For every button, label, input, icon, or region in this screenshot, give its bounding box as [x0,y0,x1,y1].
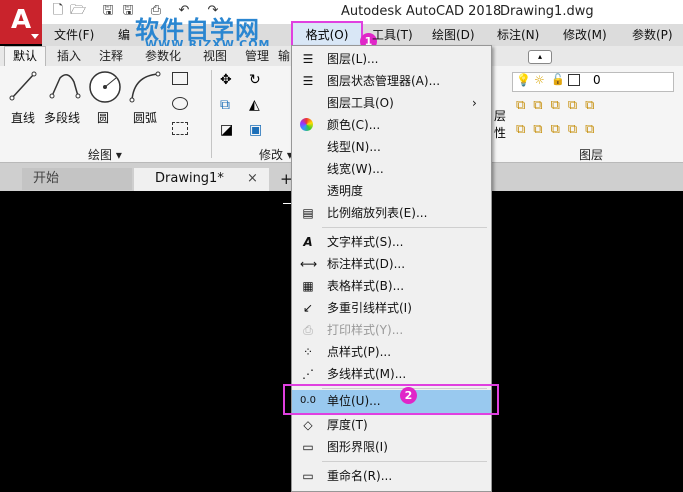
new-icon[interactable]: 🗋 [50,3,66,19]
circle-tool-icon[interactable] [88,70,122,104]
menu-item-scale-list[interactable]: ▤ 比例缩放列表(E)... [292,202,491,224]
open-icon[interactable]: 🗁 [70,3,86,19]
menu-item-text-style[interactable]: A 文字样式(S)... [292,231,491,253]
mirror-tool-icon[interactable]: ◭ [249,97,260,113]
menu-draw[interactable]: 绘图(D) [432,24,475,46]
polyline-tool-icon[interactable] [48,70,82,102]
mleader-style-icon: ↙ [302,301,314,315]
units-highlight-box [283,384,499,415]
stretch-tool-icon[interactable]: ◪ [220,122,233,138]
layer-properties-label[interactable]: 层性 [494,108,506,142]
point-style-icon: ⁘ [302,345,314,359]
layer-state-icon: ☰ [302,74,314,88]
menu-dimension[interactable]: 标注(N) [497,24,539,46]
modify-panel-title[interactable]: 修改 ▾ [259,146,293,163]
tab-manage[interactable]: 管理 [245,47,269,65]
tab-drawing1-label: Drawing1* [155,171,224,186]
line-tool-icon[interactable] [8,70,38,102]
tab-start-label: 开始 [33,171,60,186]
crosshair-fragment [283,203,291,204]
tab-annotate[interactable]: 注释 [99,47,123,65]
menu-parametric[interactable]: 参数(P) [632,24,673,46]
copy-tool-icon[interactable]: ⧉ [220,97,230,113]
sun-icon: ☼ [534,73,545,87]
color-wheel-icon [300,118,313,131]
app-title: Autodesk AutoCAD 2018 [341,4,502,19]
lightbulb-icon: 💡 [516,73,531,87]
mline-style-icon: ⋰ [302,367,314,381]
menu-tools[interactable]: 工具(T) [372,24,413,46]
scale-list-icon: ▤ [302,206,314,220]
chevron-down-icon [31,34,39,39]
tab-default[interactable]: 默认 [4,46,46,67]
dim-style-icon: ⟷ [300,257,318,271]
menu-item-rename[interactable]: ▭ 重命名(R)... [292,465,491,487]
tab-parametric[interactable]: 参数化 [145,47,181,65]
logo-letter: A [10,5,32,35]
menu-item-layer-tools[interactable]: 图层工具(O) › [292,92,491,114]
menu-item-dim-style[interactable]: ⟷ 标注样式(D)... [292,253,491,275]
menu-item-transparency[interactable]: 透明度 [292,180,491,202]
layer-color-swatch [568,74,580,86]
rotate-tool-icon[interactable]: ↻ [249,72,261,88]
menu-item-thickness[interactable]: ◇ 厚度(T) [292,414,491,436]
thickness-icon: ◇ [303,418,313,432]
layer-panel-title[interactable]: 图层 [579,146,603,163]
polyline-tool-label: 多段线 [44,111,81,125]
layer-tools-row2-icon[interactable]: ⧉⧉⧉⧉⧉ [516,122,602,137]
text-style-icon: A [303,235,313,249]
rectangle-tool-icon[interactable] [172,72,188,85]
menu-item-mline-style[interactable]: ⋰ 多线样式(M)... [292,363,491,385]
menu-separator [322,461,487,462]
layer-tools-row1-icon[interactable]: ⧉⧉⧉⧉⧉ [516,98,602,113]
menu-separator [322,227,487,228]
menu-item-lineweight[interactable]: 线宽(W)... [292,158,491,180]
panel-separator [211,70,212,158]
plot-style-icon: ⎙ [303,323,313,337]
document-title: Drawing1.dwg [500,4,594,19]
menu-item-plot-style: ⎙ 打印样式(Y)... [292,319,491,341]
hatch-tool-icon[interactable] [172,122,188,135]
autocad-logo-icon[interactable]: A [0,0,42,44]
close-tab-icon[interactable]: × [247,168,258,190]
menu-item-color[interactable]: 颜色(C)... [292,114,491,136]
layer-icon: ☰ [302,52,314,66]
rename-icon: ▭ [302,469,314,483]
tab-overflow-icon[interactable]: ▴ [528,50,552,64]
tab-output[interactable]: 输 [278,47,290,65]
limits-icon: ▭ [302,440,314,454]
menu-item-point-style[interactable]: ⁘ 点样式(P)... [292,341,491,363]
table-style-icon: ▦ [302,279,314,293]
menu-item-limits[interactable]: ▭ 图形界限(I) [292,436,491,458]
line-tool-label: 直线 [11,111,36,125]
menu-modify[interactable]: 修改(M) [563,24,607,46]
menu-item-linetype[interactable]: 线型(N)... [292,136,491,158]
scale-tool-icon[interactable]: ▣ [249,122,262,138]
menu-file[interactable]: 文件(F) [54,24,94,46]
menu-item-layer[interactable]: ☰ 图层(L)... [292,48,491,70]
arc-tool-icon[interactable] [128,70,162,104]
lock-icon: 🔓 [551,73,565,86]
saveas-icon[interactable]: 🖫 [120,3,136,19]
menu-item-mleader-style[interactable]: ↙ 多重引线样式(I) [292,297,491,319]
save-icon[interactable]: 🖫 [100,3,116,19]
menu-item-table-style[interactable]: ▦ 表格样式(B)... [292,275,491,297]
menu-edit[interactable]: 编 [118,24,130,46]
draw-panel-title[interactable]: 绘图 ▾ [88,146,122,163]
arc-tool-label: 圆弧 [133,111,158,125]
menu-item-layer-state[interactable]: ☰ 图层状态管理器(A)... [292,70,491,92]
submenu-arrow-icon: › [472,96,477,110]
circle-tool-label: 圆 [97,111,110,125]
layer-name: 0 [593,73,601,87]
tab-insert[interactable]: 插入 [57,47,81,65]
move-tool-icon[interactable]: ✥ [220,72,232,88]
format-menu-dropdown: ☰ 图层(L)... ☰ 图层状态管理器(A)... 图层工具(O) › 颜色(C)… [291,45,492,492]
ellipse-tool-icon[interactable] [172,97,188,110]
step-badge-2: 2 [400,387,417,404]
tab-view[interactable]: 视图 [203,47,227,65]
